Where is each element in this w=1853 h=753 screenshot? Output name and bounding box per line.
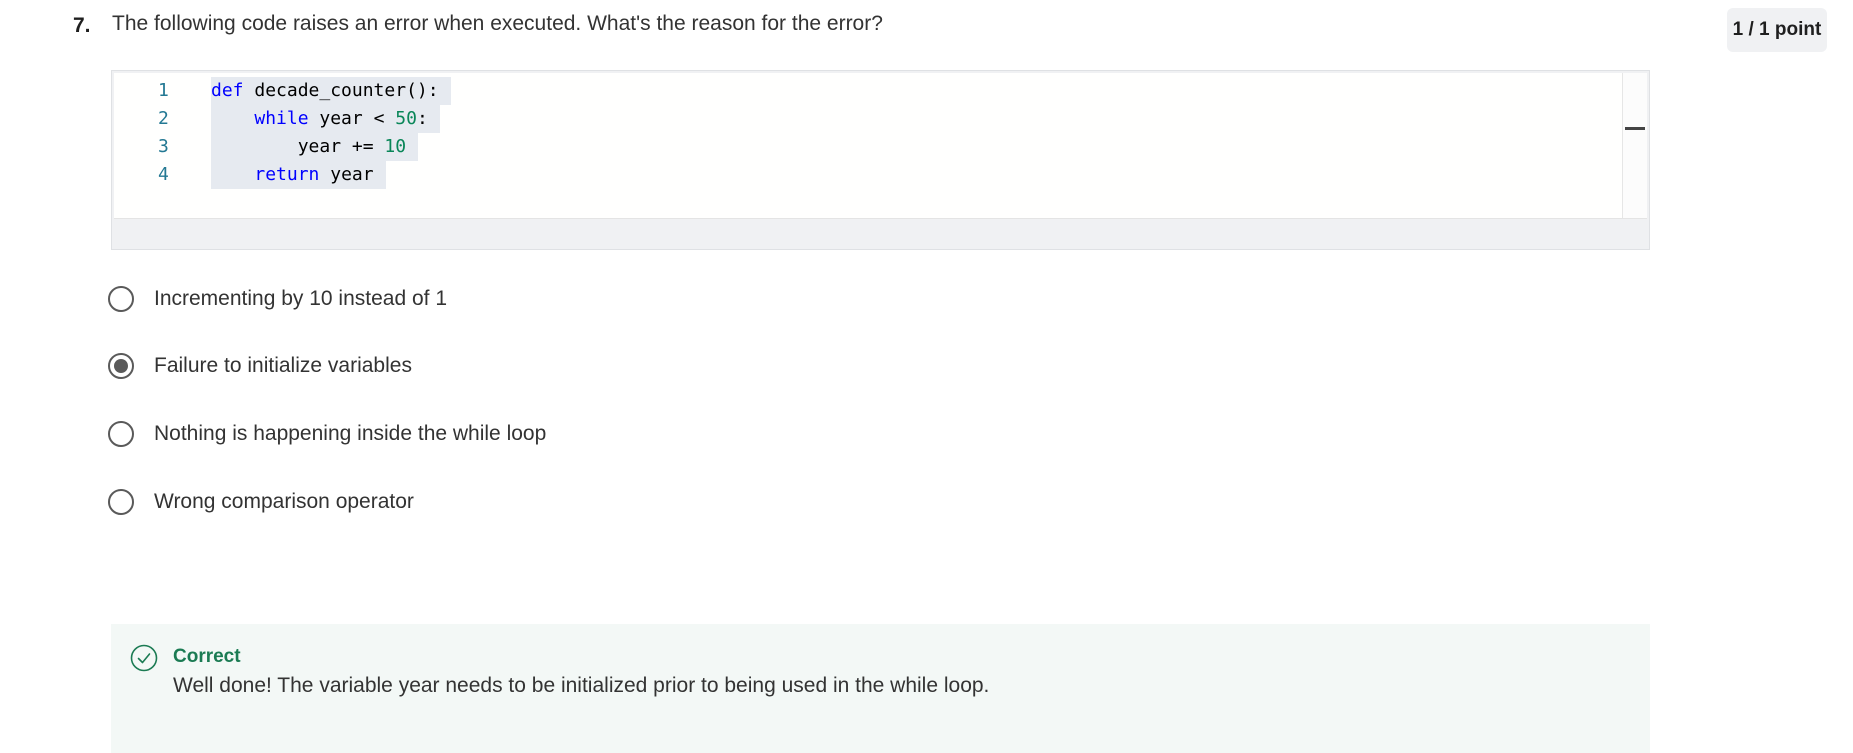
answer-option[interactable]: Incrementing by 10 instead of 1 (108, 282, 447, 316)
feedback-status: Correct (173, 646, 241, 667)
code-token-keyword: def (211, 80, 244, 101)
question-text: The following code raises an error when … (112, 12, 883, 35)
editor-scrollbar[interactable] (1622, 73, 1647, 218)
feedback-message: Well done! The variable year needs to be… (173, 674, 990, 697)
scroll-marker (1625, 127, 1645, 130)
code-editor[interactable]: 1 def decade_counter(): 2 while year < 50:… (114, 73, 1647, 219)
code-text: def decade_counter(): (211, 77, 451, 105)
code-token-plain: year += (211, 136, 385, 157)
code-editor-container: 1 def decade_counter(): 2 while year < 50:… (111, 70, 1650, 250)
code-token-number: 50 (395, 108, 417, 129)
points-badge: 1 / 1 point (1727, 8, 1827, 52)
code-token-keyword: return (254, 164, 320, 185)
line-number: 4 (158, 164, 169, 185)
code-token-plain: : (416, 108, 428, 129)
answer-option-label[interactable]: Failure to initialize variables (154, 354, 412, 378)
radio-button-selected[interactable] (108, 353, 134, 379)
code-text: year += 10 (211, 133, 419, 161)
line-number: 3 (158, 136, 169, 157)
code-text: while year < 50: (211, 105, 440, 133)
answer-option[interactable]: Nothing is happening inside the while lo… (108, 417, 546, 451)
feedback-panel: Correct Well done! The variable year nee… (111, 624, 1650, 753)
code-token-plain: year (319, 164, 374, 185)
answer-option-label[interactable]: Incrementing by 10 instead of 1 (154, 287, 447, 311)
code-token-keyword: while (254, 108, 309, 129)
answer-option-label[interactable]: Nothing is happening inside the while lo… (154, 422, 546, 446)
radio-button[interactable] (108, 421, 134, 447)
radio-button[interactable] (108, 489, 134, 515)
answer-option-label[interactable]: Wrong comparison operator (154, 490, 414, 514)
line-number: 2 (158, 108, 169, 129)
check-circle-icon (130, 644, 158, 672)
answer-option[interactable]: Failure to initialize variables (108, 349, 412, 383)
question-number: 7. (73, 14, 91, 37)
line-number: 1 (158, 80, 169, 101)
code-token-number: 10 (384, 136, 407, 157)
code-token-plain: decade_counter(): (243, 80, 439, 101)
code-text: return year (211, 161, 386, 189)
code-token-plain: year < (308, 108, 396, 129)
answer-option[interactable]: Wrong comparison operator (108, 485, 414, 519)
radio-button[interactable] (108, 286, 134, 312)
